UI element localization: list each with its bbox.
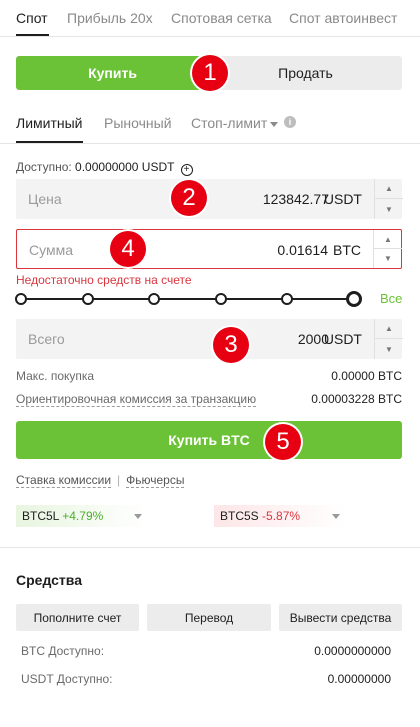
top-tabs-bar: Спот Прибыль 20x Спотовая сетка Спот авт… xyxy=(0,0,420,37)
increment-arrow-icon[interactable]: ▲ xyxy=(374,230,402,249)
buy-btc-button[interactable]: Купить BTC xyxy=(16,421,402,459)
ticker-btc5l[interactable]: BTC5L +4.79% xyxy=(16,505,148,527)
active-order-tab-indicator xyxy=(16,141,83,143)
amount-label: Сумма xyxy=(29,242,73,258)
ticker-pair: BTC5S xyxy=(220,509,259,523)
amount-unit: BTC xyxy=(333,242,361,258)
decrement-arrow-icon[interactable]: ▼ xyxy=(375,199,403,219)
ticker-change: -5.87% xyxy=(262,509,301,523)
usdt-available-label: USDT Доступно: xyxy=(21,672,113,686)
total-field[interactable]: Всего 2000 USDT ▲ ▼ xyxy=(16,319,403,359)
available-balance: Доступно: 0.00000000 USDT + xyxy=(16,160,193,176)
amount-slider-track[interactable] xyxy=(20,298,354,300)
withdraw-button[interactable]: Вывести средства xyxy=(279,604,402,631)
info-icon[interactable]: i xyxy=(284,116,296,128)
slider-node-80[interactable] xyxy=(281,293,293,305)
annotation-badge-5: 5 xyxy=(265,424,301,460)
slider-all-button[interactable]: Все xyxy=(380,291,402,306)
btc-available-label: BTC Доступно: xyxy=(21,644,105,658)
tab-spot-grid[interactable]: Спотовая сетка xyxy=(171,10,272,26)
annotation-badge-3: 3 xyxy=(213,327,249,363)
futures-link[interactable]: Фьючерсы xyxy=(126,473,185,488)
btc-available-value: 0.0000000000 xyxy=(314,644,391,658)
annotation-badge-4: 4 xyxy=(110,231,146,267)
transfer-button[interactable]: Перевод xyxy=(147,604,271,631)
tab-spot-autoinvest[interactable]: Спот автоинвест xyxy=(289,10,397,26)
order-type-tabs: Лимитный Рыночный Стоп-лимит xyxy=(0,108,420,144)
total-unit: USDT xyxy=(323,331,362,347)
available-label: Доступно: xyxy=(16,160,72,174)
max-buy-label: Макс. покупка xyxy=(16,369,95,383)
slider-handle[interactable] xyxy=(346,291,362,307)
tab-margin-20x[interactable]: Прибыль 20x xyxy=(67,10,153,26)
price-value[interactable]: 123842.77 xyxy=(263,191,329,207)
fee-label[interactable]: Ориентировочная комиссия за транзакцию xyxy=(16,392,257,407)
available-value: 0.00000000 USDT xyxy=(75,160,175,174)
usdt-available-value: 0.00000000 xyxy=(327,672,391,686)
ticker-change: +4.79% xyxy=(62,509,104,523)
tab-market[interactable]: Рыночный xyxy=(104,115,172,131)
price-label: Цена xyxy=(28,191,62,207)
chevron-down-icon xyxy=(270,121,279,127)
chevron-down-icon xyxy=(332,514,340,519)
ticker-btc5s[interactable]: BTC5S -5.87% xyxy=(214,505,346,527)
total-label: Всего xyxy=(28,331,65,347)
footer-links: Ставка комиссии | Фьючерсы xyxy=(16,473,185,488)
chevron-down-icon xyxy=(134,514,142,519)
sell-side-button[interactable]: Продать xyxy=(209,56,402,90)
amount-value[interactable]: 0.01614 xyxy=(277,242,328,258)
max-buy-value: 0.00000 BTC xyxy=(331,369,402,383)
price-unit: USDT xyxy=(323,191,362,207)
increment-arrow-icon[interactable]: ▲ xyxy=(375,179,403,199)
annotation-badge-2: 2 xyxy=(171,180,207,216)
link-separator: | xyxy=(117,473,121,487)
active-tab-indicator xyxy=(16,34,49,36)
fee-value: 0.00003228 BTC xyxy=(311,392,402,406)
slider-node-40[interactable] xyxy=(148,293,160,305)
increment-arrow-icon[interactable]: ▲ xyxy=(375,319,403,339)
total-stepper: ▲ ▼ xyxy=(374,319,403,359)
decrement-arrow-icon[interactable]: ▼ xyxy=(374,249,402,268)
fee-rate-link[interactable]: Ставка комиссии xyxy=(16,473,112,488)
buy-side-button[interactable]: Купить xyxy=(16,56,209,90)
slider-node-60[interactable] xyxy=(215,293,227,305)
annotation-badge-1: 1 xyxy=(192,55,228,91)
price-field[interactable]: Цена 123842.77 USDT ▲ ▼ xyxy=(16,179,403,219)
price-stepper: ▲ ▼ xyxy=(374,179,403,219)
section-divider xyxy=(0,547,420,548)
tab-stop-limit[interactable]: Стоп-лимит xyxy=(191,115,279,131)
slider-node-20[interactable] xyxy=(82,293,94,305)
tab-spot[interactable]: Спот xyxy=(16,10,48,26)
tab-stop-limit-label: Стоп-лимит xyxy=(191,115,268,131)
slider-node-0[interactable] xyxy=(15,293,27,305)
assets-title: Средства xyxy=(16,572,83,588)
decrement-arrow-icon[interactable]: ▼ xyxy=(375,339,403,359)
deposit-button[interactable]: Пополните счет xyxy=(16,604,139,631)
tab-limit[interactable]: Лимитный xyxy=(16,115,82,131)
ticker-pair: BTC5L xyxy=(22,509,59,523)
amount-stepper: ▲ ▼ xyxy=(373,230,402,268)
amount-field[interactable]: Сумма 0.01614 BTC ▲ ▼ xyxy=(16,229,402,269)
insufficient-funds-error: Недостаточно средств на счете xyxy=(16,273,192,287)
plus-circle-icon[interactable]: + xyxy=(180,164,193,176)
